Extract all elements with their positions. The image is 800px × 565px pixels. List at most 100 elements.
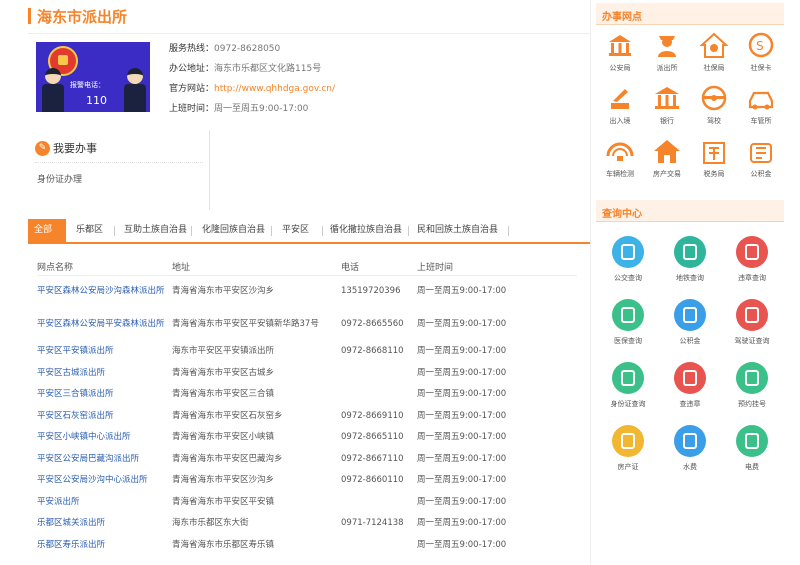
office-item[interactable]: 税务局 — [691, 138, 737, 179]
office-item[interactable]: 车辆检测 — [597, 138, 643, 179]
station-name-link[interactable]: 乐都区城关派出所 — [37, 513, 172, 535]
query-item[interactable]: 查违章 — [667, 362, 713, 409]
station-address: 海东市平安区平安镇派出所 — [172, 346, 275, 357]
housing-fund-icon — [746, 138, 776, 164]
station-name-link[interactable]: 平安区公安局沙沟中心派出所 — [37, 470, 172, 492]
station-hours: 周一至周五9:00-17:00 — [417, 410, 507, 421]
svg-text:S: S — [756, 39, 764, 53]
station-name-link[interactable]: 平安区石灰窑派出所 — [37, 406, 172, 428]
query-item[interactable]: 房产证 — [605, 425, 651, 472]
edit-icon: ✎ — [35, 140, 50, 156]
info-value: 海东市乐都区文化路115号 — [214, 64, 322, 74]
tab-separator — [322, 226, 323, 236]
info-row-website: 官方网站：http://www.qhhdga.gov.cn/ — [169, 82, 335, 102]
tab-xunhua[interactable]: 循化撒拉族自治县 — [324, 219, 408, 242]
apply-panel: ✎ 我要办事 身份证办理 — [28, 130, 210, 210]
query-item-label: 预约挂号 — [738, 400, 766, 408]
query-item-label: 电费 — [745, 463, 759, 471]
social-security-icon — [699, 32, 729, 58]
station-info: 服务热线：0972-8628050 办公地址：海东市乐都区文化路115号 官方网… — [169, 42, 335, 122]
office-item[interactable]: 房产交易 — [644, 138, 690, 179]
apply-item-id-card[interactable]: 身份证办理 — [37, 172, 82, 185]
station-name-link[interactable]: 乐都区寿乐派出所 — [37, 535, 172, 557]
tab-ledu[interactable]: 乐都区 — [70, 219, 109, 242]
table-row: 平安区石灰窑派出所 青海省海东市平安区石灰窑乡 0972-8669110 周一至周五9… — [37, 406, 577, 428]
office-item-label: 税务局 — [703, 170, 725, 178]
query-item[interactable]: 地铁查询 — [667, 236, 713, 283]
house-icon — [652, 138, 682, 164]
medical-cross-icon — [736, 362, 768, 394]
subway-icon — [674, 236, 706, 268]
tab-separator — [271, 226, 272, 236]
info-row-address: 办公地址：海东市乐都区文化路115号 — [169, 62, 335, 82]
query-section-header: 查询中心 — [596, 200, 784, 222]
query-item[interactable]: 医保查询 — [605, 299, 651, 346]
vehicle-inspection-icon — [605, 138, 635, 164]
office-item[interactable]: 社保局 — [691, 32, 737, 73]
car-icon — [746, 85, 776, 111]
station-hours: 周一至周五9:00-17:00 — [417, 319, 507, 329]
query-item[interactable]: 水费 — [667, 425, 713, 472]
office-item-label: 驾校 — [707, 117, 721, 125]
office-item-label: 公积金 — [750, 170, 772, 178]
office-item-label: 派出所 — [656, 64, 678, 72]
police-officer-icon — [652, 32, 682, 58]
office-item[interactable]: 公安局 — [597, 32, 643, 73]
table-header-row: 网点名称 地址 电话 上班时间 — [37, 259, 577, 276]
station-phone: 0972-8668110 — [341, 346, 404, 357]
station-name-link[interactable]: 平安区三合镇派出所 — [37, 384, 172, 406]
query-item[interactable]: 公积金 — [667, 299, 713, 346]
office-item[interactable]: 公积金 — [738, 138, 784, 179]
table-row: 平安区公安局沙沟中心派出所 青海省海东市平安区沙沟乡 0972-8660110 周一至… — [37, 470, 577, 492]
query-item[interactable]: 身份证查询 — [605, 362, 651, 409]
office-item[interactable]: 出入境 — [597, 85, 643, 126]
tab-all[interactable]: 全部 — [28, 219, 66, 242]
station-name-link[interactable]: 平安区小峡镇中心派出所 — [37, 427, 172, 449]
ticket-icon — [674, 362, 706, 394]
query-item[interactable]: 预约挂号 — [729, 362, 775, 409]
tab-hualong[interactable]: 化隆回族自治县 — [196, 219, 271, 242]
website-link[interactable]: http://www.qhhdga.gov.cn/ — [214, 84, 335, 94]
station-hours: 周一至周五9:00-17:00 — [417, 286, 507, 297]
office-item[interactable]: 派出所 — [644, 32, 690, 73]
column-divider — [590, 0, 591, 565]
query-item[interactable]: 公交查询 — [605, 236, 651, 283]
query-item-label: 房产证 — [617, 463, 639, 471]
office-item[interactable]: S 社保卡 — [738, 32, 784, 73]
station-name-link[interactable]: 平安区平安镇派出所 — [37, 341, 172, 363]
info-row-hours: 上班时间：周一至周五9:00-17:00 — [169, 102, 335, 122]
emblem-hotline-label: 报警电话： — [70, 81, 105, 89]
police-emblem-image: 报警电话： 110 — [36, 42, 150, 112]
query-item[interactable]: 驾驶证查询 — [729, 299, 775, 346]
office-item-label: 社保局 — [703, 64, 725, 72]
station-phone — [341, 492, 417, 514]
tab-minhe[interactable]: 民和回族土族自治县 — [411, 219, 504, 242]
station-hours: 周一至周五9:00-17:00 — [417, 453, 507, 464]
station-name-link[interactable]: 平安区公安局巴藏沟派出所 — [37, 449, 172, 471]
station-hours: 周一至周五9:00-17:00 — [417, 475, 507, 486]
table-row: 乐都区城关派出所 海东市乐都区东大街 0971-7124138 周一至周五9:00-1… — [37, 513, 577, 535]
tab-huzhu[interactable]: 互助土族自治县 — [118, 219, 193, 242]
station-phone: 0972-8665560 — [341, 319, 404, 329]
station-address: 青海省海东市平安区平安镇 — [172, 496, 275, 507]
tab-separator — [114, 226, 115, 236]
station-name-link[interactable]: 平安区古城派出所 — [37, 363, 172, 385]
station-phone — [341, 363, 417, 385]
query-item[interactable]: 电费 — [729, 425, 775, 472]
bus-icon — [612, 236, 644, 268]
station-name-link[interactable]: 平安区森林公安局沙沟森林派出所 — [37, 275, 172, 308]
emblem-hotline-number: 110 — [86, 94, 107, 107]
office-item[interactable]: 驾校 — [691, 85, 737, 126]
station-name-link[interactable]: 平安区森林公安局平安森林派出所 — [37, 308, 172, 341]
station-name-link[interactable]: 平安派出所 — [37, 492, 172, 514]
walking-person-icon — [736, 236, 768, 268]
station-address: 青海省海东市平安区平安镇新华路37号 — [172, 319, 319, 329]
query-item-label: 驾驶证查询 — [734, 337, 770, 345]
office-item[interactable]: 银行 — [644, 85, 690, 126]
query-item[interactable]: 违章查询 — [729, 236, 775, 283]
info-value: 周一至周五9:00-17:00 — [214, 104, 309, 114]
office-item[interactable]: 车管所 — [738, 85, 784, 126]
tab-pingan[interactable]: 平安区 — [276, 219, 315, 242]
station-hours: 周一至周五9:00-17:00 — [417, 539, 507, 550]
station-phone: 0971-7124138 — [341, 518, 404, 529]
